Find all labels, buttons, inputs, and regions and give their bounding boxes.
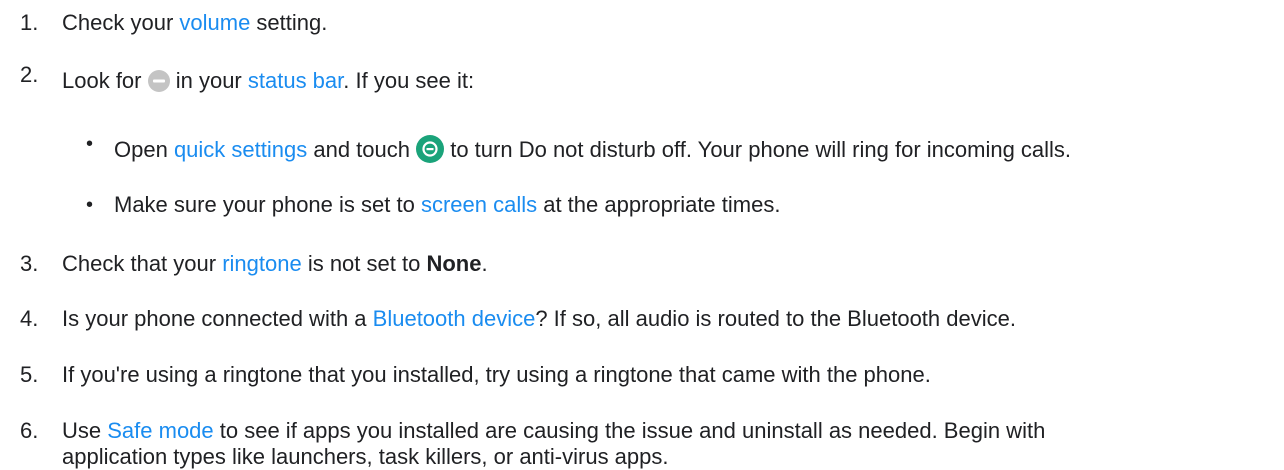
bullet-text: Make sure your phone is set to screen ca… [114, 192, 781, 217]
none-value: None [426, 251, 482, 276]
step-number: 5. [20, 362, 39, 387]
dnd-status-icon [147, 70, 170, 98]
bullet-text: Open quick settings and touch to turn Do… [114, 135, 1071, 169]
dnd-toggle-icon [416, 135, 445, 169]
screen-calls-link[interactable]: screen calls [421, 192, 537, 217]
bullet-dot: • [86, 194, 94, 216]
step-number: 1. [20, 10, 39, 35]
step-text: Look for in your status bar. If you see … [62, 68, 474, 98]
quick-settings-link[interactable]: quick settings [174, 137, 307, 162]
ringtone-link[interactable]: ringtone [222, 251, 302, 276]
step-text: Check your volume setting. [62, 10, 328, 35]
step-text: Use Safe mode to see if apps you install… [62, 418, 1046, 443]
step-number: 2. [20, 62, 39, 87]
step-number: 6. [20, 418, 39, 443]
step-text-continued: application types like launchers, task k… [62, 444, 669, 469]
status-bar-link[interactable]: status bar [248, 68, 343, 93]
step-number: 4. [20, 306, 39, 331]
bluetooth-device-link[interactable]: Bluetooth device [373, 306, 536, 331]
step-text: Is your phone connected with a Bluetooth… [62, 306, 1016, 331]
step-number: 3. [20, 251, 39, 276]
step-text: If you're using a ringtone that you inst… [62, 362, 931, 387]
volume-link[interactable]: volume [179, 10, 250, 35]
step-text: Check that your ringtone is not set to N… [62, 251, 488, 276]
bullet-dot: • [86, 133, 94, 155]
safe-mode-link[interactable]: Safe mode [107, 418, 213, 443]
